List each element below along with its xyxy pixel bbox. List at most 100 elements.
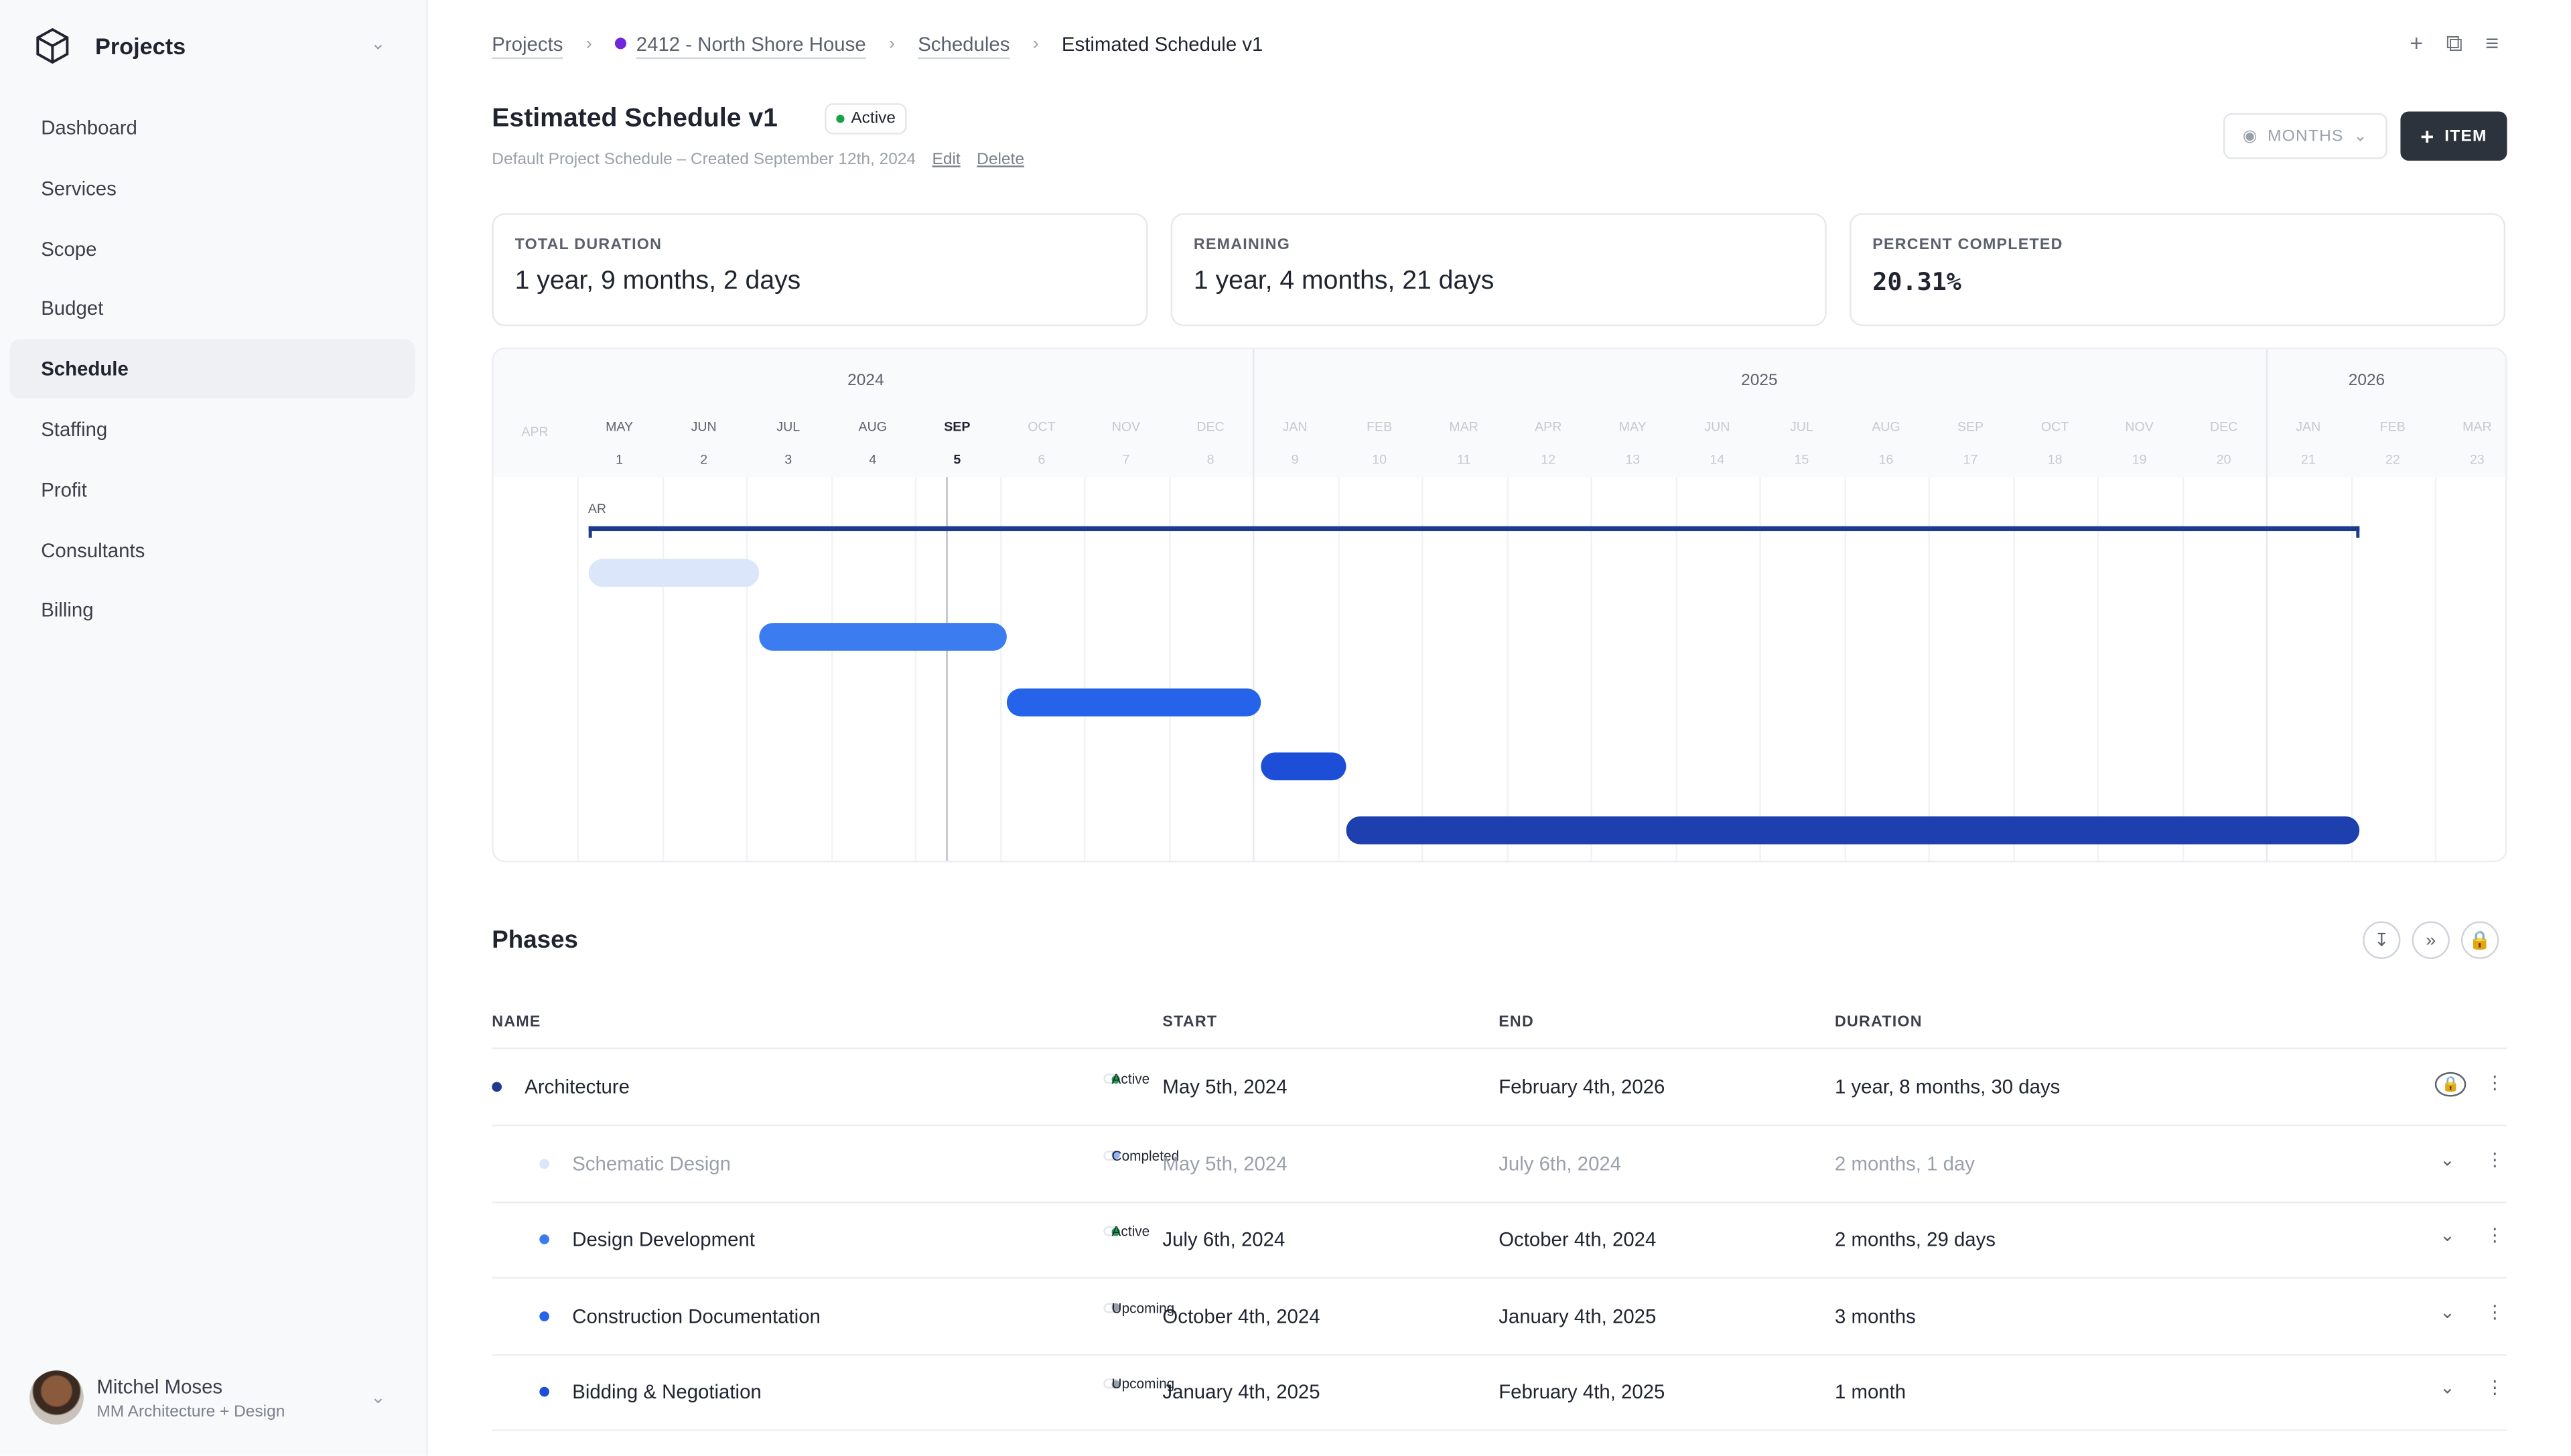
stat-value: 1 year, 4 months, 21 days [1193, 267, 1495, 295]
month-gridline [999, 477, 1001, 861]
user-menu[interactable]: Mitchel Moses MM Architecture + Design [29, 1370, 285, 1425]
chevron-down-icon[interactable]: ⌄ [370, 33, 386, 54]
year-divider [2266, 349, 2268, 861]
gantt-bar[interactable] [587, 559, 760, 587]
month-gridline [1421, 477, 1423, 861]
phase-end: January 4th, 2025 [1499, 1304, 1657, 1328]
sidebar-item-profit[interactable]: Profit [10, 460, 415, 519]
sidebar-item-services[interactable]: Services [10, 159, 415, 218]
cube-icon [36, 27, 69, 64]
year-label: 2026 [2348, 372, 2385, 390]
phase-color-dot [539, 1234, 549, 1245]
sidebar-item-schedule[interactable]: Schedule [9, 340, 415, 399]
table-row[interactable]: Design Development Active July 6th, 2024 Oc… [492, 1202, 2507, 1279]
more-icon[interactable]: ⋮ [2486, 1149, 2504, 1169]
eye-icon: ◉ [2242, 127, 2258, 145]
month-number: 18 [2047, 452, 2063, 467]
month-label: FEB [1367, 419, 1393, 435]
lock-icon[interactable]: 🔒 [2434, 1072, 2466, 1097]
expand-all-icon[interactable]: » [2412, 921, 2450, 959]
chevron-down-icon[interactable]: ⌄ [2440, 1378, 2455, 1398]
month-gridline [1337, 477, 1339, 861]
chevron-down-icon[interactable]: ⌄ [2440, 1149, 2455, 1169]
month-number: 12 [1541, 452, 1556, 467]
month-label: APR [521, 424, 549, 439]
chevron-down-icon[interactable]: ⌄ [2440, 1225, 2455, 1246]
phase-start: May 5th, 2024 [1162, 1151, 1288, 1175]
phase-end: July 6th, 2024 [1499, 1151, 1622, 1175]
chevron-down-icon[interactable]: ⌄ [2440, 1301, 2455, 1322]
stat-label: TOTAL DURATION [514, 236, 663, 254]
gantt-bar[interactable] [1261, 752, 1346, 780]
gantt-bar[interactable] [1346, 816, 2360, 845]
sidebar-item-dashboard[interactable]: Dashboard [10, 98, 415, 157]
subtitle-text: Default Project Schedule – Created Septe… [492, 151, 916, 169]
top-actions: + ⧉ ≡ [2410, 29, 2499, 58]
month-number: 6 [1038, 452, 1046, 467]
delete-link[interactable]: Delete [977, 151, 1024, 169]
avatar [29, 1370, 84, 1425]
stat-value: 1 year, 9 months, 2 days [514, 267, 801, 295]
month-gridline [577, 477, 579, 861]
month-gridline [2350, 477, 2353, 861]
gantt-bar[interactable] [1007, 688, 1261, 716]
phase-start: May 5th, 2024 [1162, 1075, 1288, 1098]
month-gridline [1928, 477, 1930, 861]
breadcrumb-item[interactable]: 2412 - North Shore House [614, 33, 866, 56]
add-item-button[interactable]: + ITEM [2400, 111, 2507, 161]
sidebar-item-billing[interactable]: Billing [10, 581, 415, 640]
edit-link[interactable]: Edit [932, 151, 961, 169]
download-icon[interactable]: ↧ [2363, 921, 2401, 959]
more-icon[interactable]: ⋮ [2486, 1378, 2504, 1398]
project-switcher[interactable]: Projects [33, 26, 186, 66]
brand-label: Projects [94, 32, 186, 60]
table-row[interactable]: Bidding & Negotiation Upcoming January 4th… [492, 1355, 2507, 1432]
status-label: Active [1111, 1070, 1150, 1087]
month-number: 2 [700, 452, 708, 467]
month-number: 19 [2132, 452, 2147, 467]
chevron-down-icon[interactable]: ⌄ [370, 1387, 386, 1408]
breadcrumb-item[interactable]: Schedules [918, 33, 1010, 56]
month-number: 13 [1625, 452, 1641, 467]
table-row[interactable]: Schematic Design Completed May 5th, 2024 Ju… [492, 1126, 2507, 1203]
sidebar-item-staffing[interactable]: Staffing [10, 400, 415, 459]
menu-icon[interactable]: ≡ [2485, 29, 2499, 58]
phase-start: July 6th, 2024 [1162, 1228, 1286, 1252]
month-number: 23 [2469, 452, 2485, 467]
month-label: OCT [2040, 419, 2069, 435]
gantt-bar[interactable] [760, 623, 1008, 652]
month-label: JUL [1789, 419, 1813, 435]
month-label: NOV [1111, 419, 1141, 435]
table-row[interactable]: Architecture Active May 5th, 2024 February … [492, 1049, 2507, 1126]
month-number: 8 [1206, 452, 1214, 467]
phase-color-dot [492, 1082, 502, 1092]
month-gridline [746, 477, 748, 861]
stat-card: REMAINING 1 year, 4 months, 21 days [1170, 213, 1827, 327]
view-mode-select[interactable]: ◉ MONTHS ⌄ [2223, 113, 2387, 159]
status-badge: Completed [1103, 1147, 1179, 1163]
lock-icon[interactable]: 🔒 [2460, 921, 2499, 959]
plus-icon[interactable]: + [2410, 29, 2423, 58]
column-end: END [1499, 1013, 1534, 1031]
copy-icon[interactable]: ⧉ [2446, 29, 2462, 58]
sidebar-item-consultants[interactable]: Consultants [10, 520, 415, 579]
user-name: Mitchel Moses [96, 1374, 223, 1398]
status-dot [836, 115, 845, 123]
month-gridline [1168, 477, 1170, 861]
sidebar-item-budget[interactable]: Budget [10, 279, 415, 338]
phase-bracket[interactable] [587, 526, 2361, 538]
gantt-header [493, 349, 2506, 478]
more-icon[interactable]: ⋮ [2486, 1225, 2504, 1246]
month-number: 3 [784, 452, 792, 467]
more-icon[interactable]: ⋮ [2486, 1301, 2504, 1322]
sidebar-item-scope[interactable]: Scope [10, 219, 415, 278]
breadcrumb-label: Estimated Schedule v1 [1061, 32, 1263, 56]
status-badge: Active [1103, 1223, 1150, 1240]
status-badge: Active [1103, 1070, 1150, 1087]
month-gridline [2012, 477, 2014, 861]
more-icon[interactable]: ⋮ [2486, 1072, 2504, 1093]
month-gridline [2181, 477, 2184, 861]
table-row[interactable]: Construction Documentation Upcoming Octobe… [492, 1279, 2507, 1356]
month-gridline [914, 477, 917, 861]
breadcrumb-item[interactable]: Projects [492, 33, 563, 56]
